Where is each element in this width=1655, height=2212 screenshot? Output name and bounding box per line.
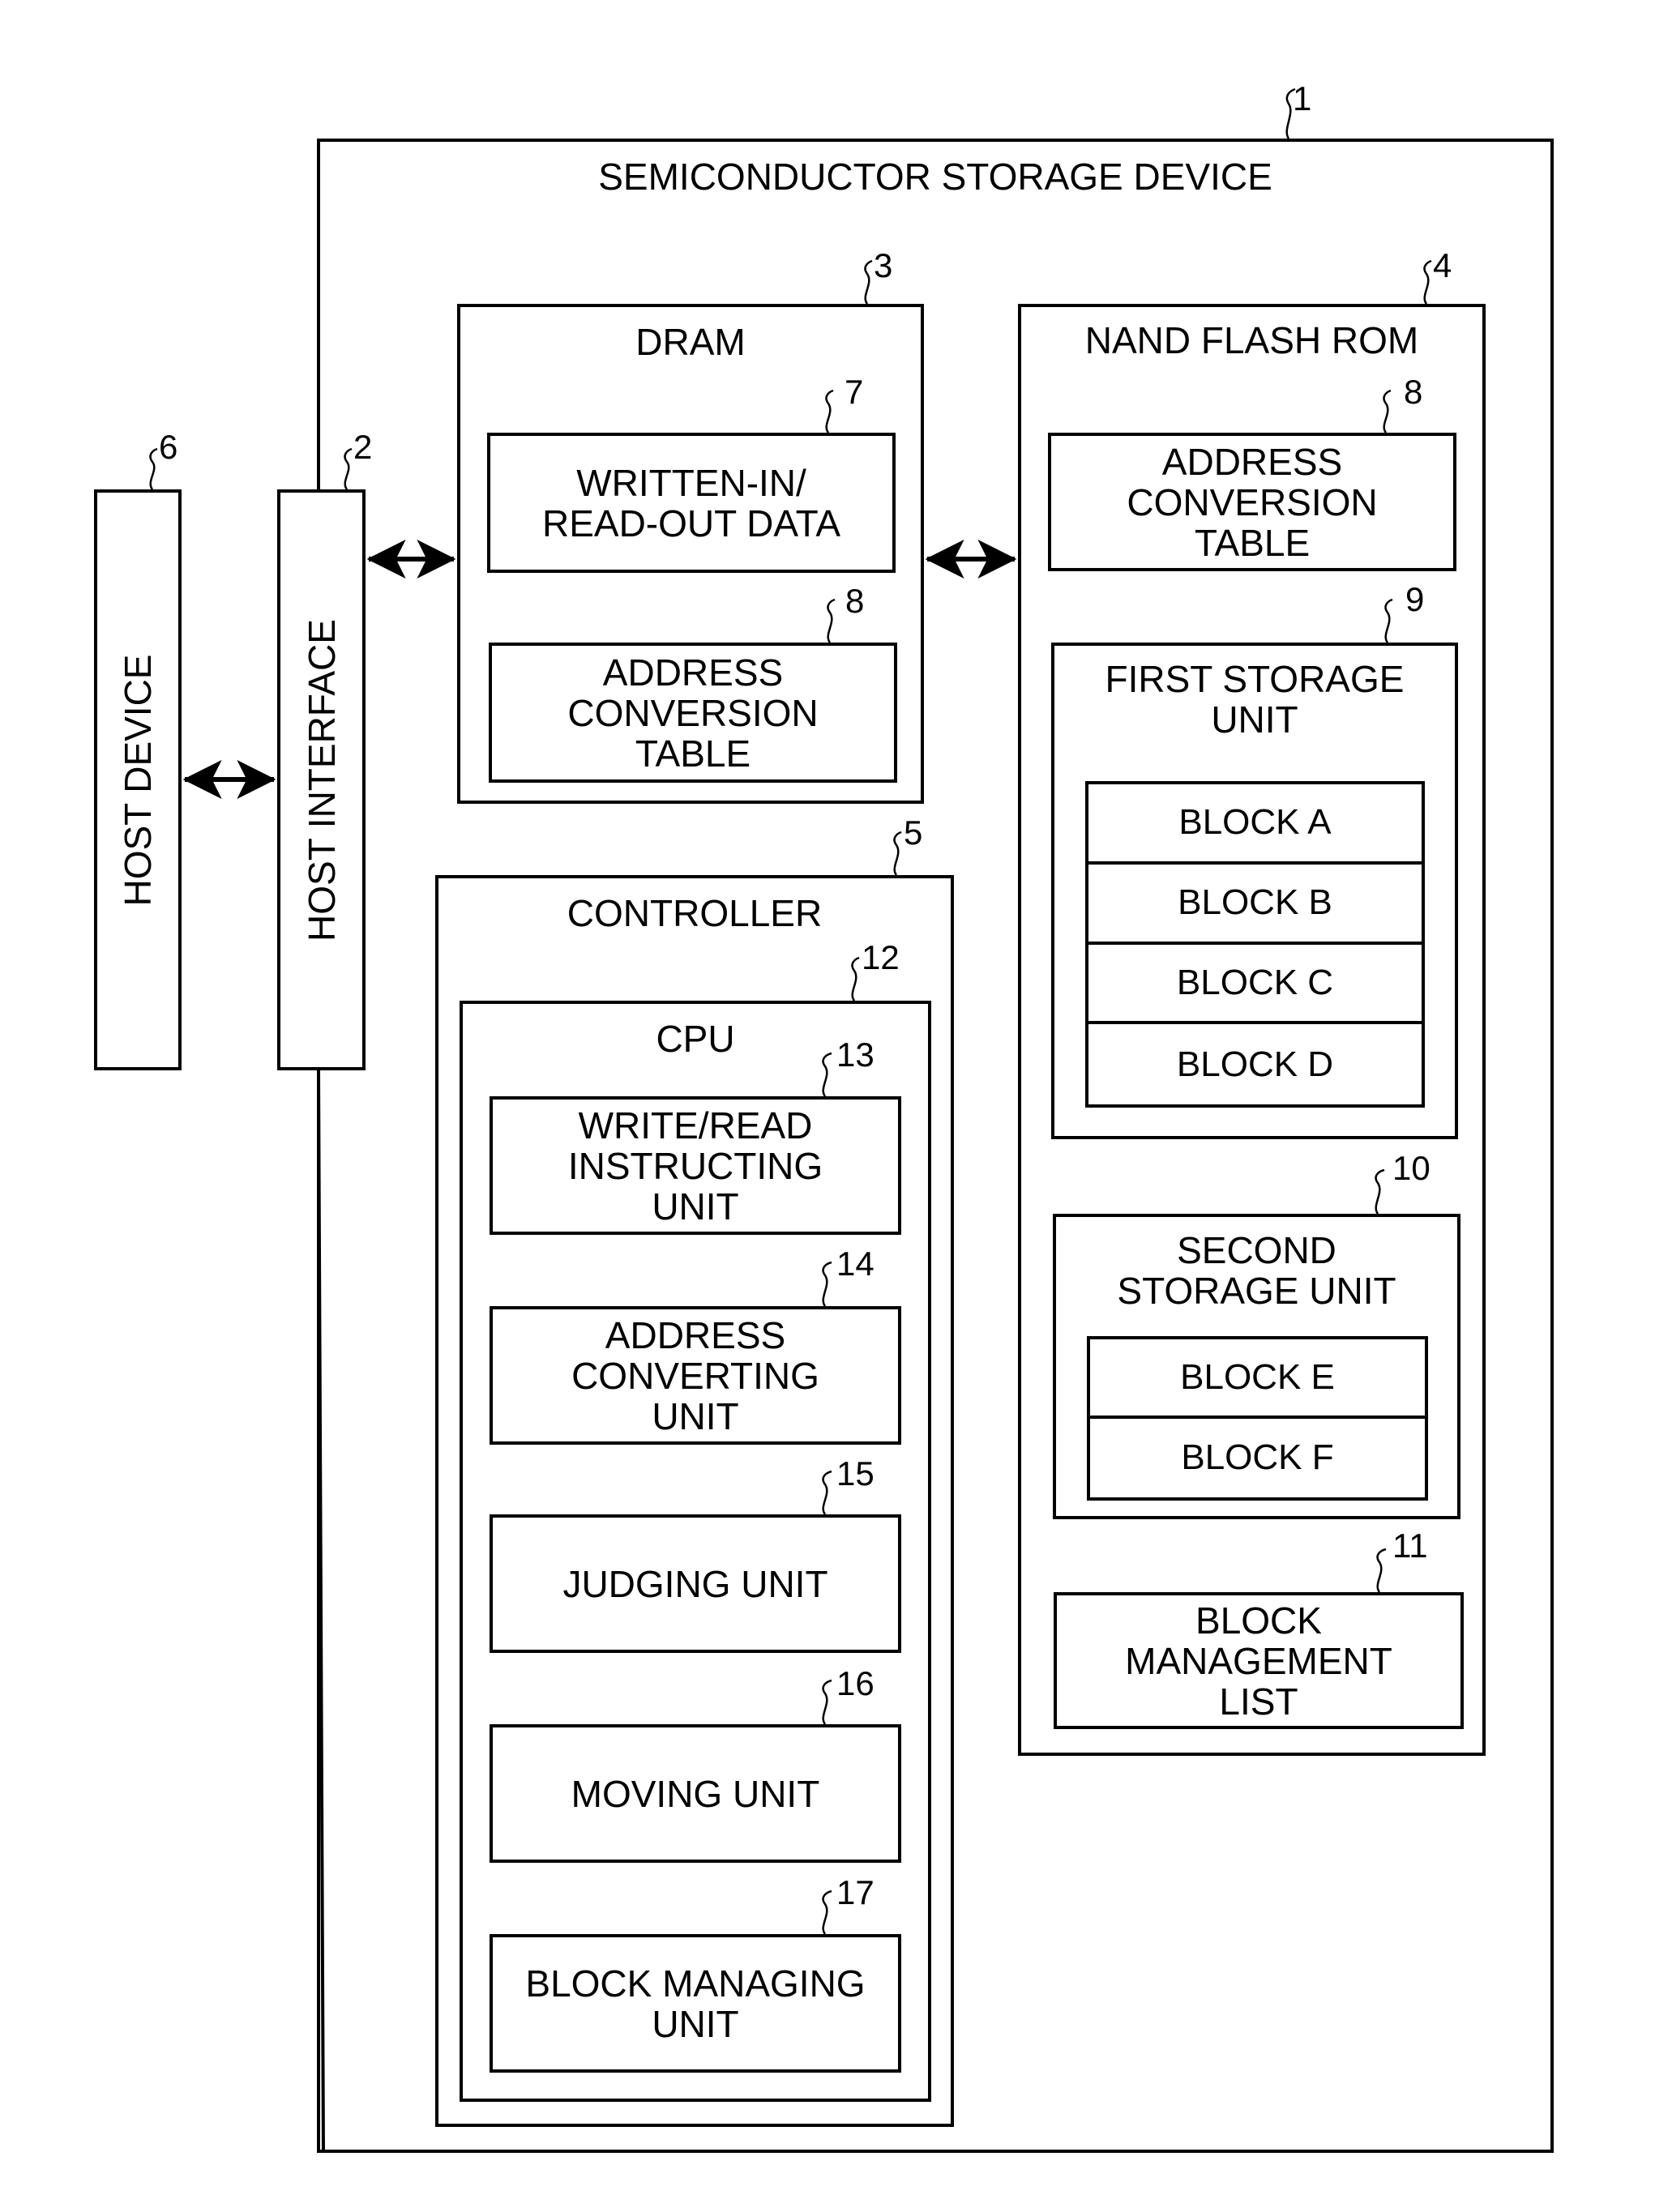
dram-address-conversion-table-label: ADDRESS CONVERSION TABLE — [567, 651, 819, 775]
write-read-instructing-unit-label: WRITE/READ INSTRUCTING UNIT — [567, 1104, 823, 1228]
write-read-instructing-unit: WRITE/READ INSTRUCTING UNIT — [490, 1096, 901, 1235]
ref-10: 10 — [1392, 1149, 1430, 1187]
judging-unit-label: JUDGING UNIT — [562, 1562, 828, 1605]
nand-address-conversion-table-label: ADDRESS CONVERSION TABLE — [1127, 440, 1378, 564]
block-managing-unit: BLOCK MANAGING UNIT — [490, 1934, 901, 2073]
block-management-list-label: BLOCK MANAGEMENT LIST — [1125, 1599, 1392, 1723]
block-b: BLOCK B — [1088, 865, 1422, 945]
moving-unit-label: MOVING UNIT — [571, 1772, 820, 1815]
second-storage-blocks: BLOCK E BLOCK F — [1087, 1336, 1428, 1501]
dram-address-conversion-table: ADDRESS CONVERSION TABLE — [489, 643, 897, 783]
nand-address-conversion-table: ADDRESS CONVERSION TABLE — [1048, 433, 1456, 571]
leader-6 — [149, 447, 158, 490]
first-storage-blocks: BLOCK A BLOCK B BLOCK C BLOCK D — [1085, 781, 1425, 1108]
ref-8-dram: 8 — [845, 582, 865, 620]
block-e: BLOCK E — [1090, 1339, 1425, 1419]
ref-11: 11 — [1392, 1527, 1428, 1565]
ref-1: 1 — [1293, 79, 1312, 117]
dram-title: DRAM — [635, 321, 746, 363]
controller-title: CONTROLLER — [567, 892, 823, 934]
host-device: HOST DEVICE — [94, 489, 182, 1070]
moving-unit: MOVING UNIT — [490, 1724, 901, 1863]
judging-unit: JUDGING UNIT — [490, 1514, 901, 1653]
ref-14: 14 — [836, 1245, 875, 1283]
nand-title: NAND FLASH ROM — [1084, 319, 1419, 361]
written-read-data-label: WRITTEN-IN/ READ-OUT DATA — [541, 461, 841, 544]
host-interface: HOST INTERFACE — [277, 489, 366, 1070]
ref-3: 3 — [874, 246, 893, 284]
device-title: SEMICONDUCTOR STORAGE DEVICE — [598, 156, 1272, 198]
ref-12: 12 — [862, 938, 900, 976]
ref-6: 6 — [159, 428, 178, 466]
ref-13: 13 — [836, 1036, 875, 1074]
ref-2: 2 — [353, 428, 373, 466]
address-converting-unit: ADDRESS CONVERTING UNIT — [490, 1306, 901, 1445]
ref-7: 7 — [845, 373, 864, 411]
block-managing-unit-label: BLOCK MANAGING UNIT — [525, 1962, 866, 2045]
ref-4: 4 — [1433, 246, 1452, 284]
block-a: BLOCK A — [1088, 784, 1422, 865]
ref-9: 9 — [1405, 580, 1425, 618]
host-interface-label: HOST INTERFACE — [300, 618, 343, 942]
block-f: BLOCK F — [1181, 1437, 1334, 1478]
ref-16: 16 — [836, 1664, 875, 1702]
first-storage-unit-label: FIRST STORAGE UNIT — [1105, 658, 1405, 741]
ref-8-nand: 8 — [1404, 373, 1423, 411]
written-read-data: WRITTEN-IN/ READ-OUT DATA — [487, 433, 896, 573]
ref-17: 17 — [836, 1873, 875, 1911]
second-storage-unit-label: SECOND STORAGE UNIT — [1117, 1229, 1396, 1312]
address-converting-unit-label: ADDRESS CONVERTING UNIT — [571, 1313, 819, 1437]
host-device-label: HOST DEVICE — [117, 654, 159, 906]
ref-5: 5 — [904, 813, 923, 852]
block-management-list: BLOCK MANAGEMENT LIST — [1054, 1592, 1464, 1729]
block-c: BLOCK C — [1088, 945, 1422, 1025]
block-d: BLOCK D — [1176, 1044, 1334, 1084]
ref-15: 15 — [836, 1454, 875, 1492]
